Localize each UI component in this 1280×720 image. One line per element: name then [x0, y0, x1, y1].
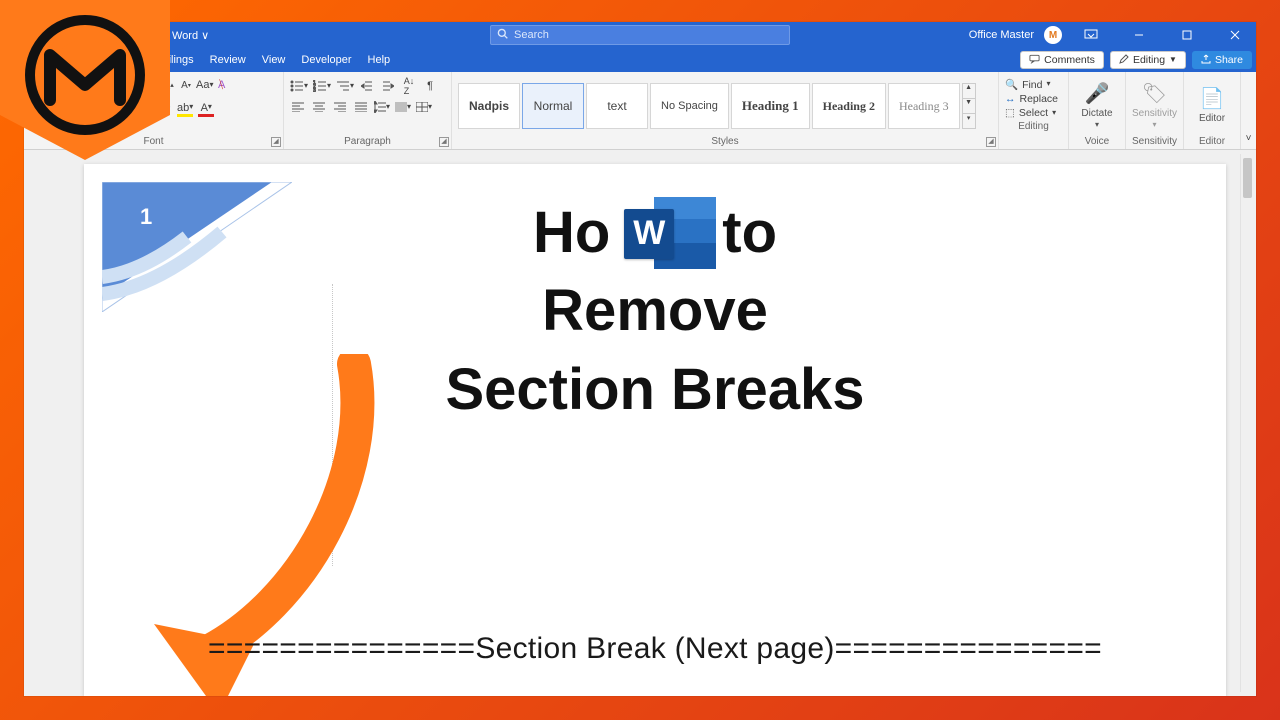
- headline-remove: Remove: [84, 272, 1226, 350]
- find-button[interactable]: 🔍Find▾: [1005, 78, 1062, 91]
- search-input[interactable]: Search: [490, 25, 790, 45]
- page-number: 1: [140, 204, 152, 230]
- share-button[interactable]: Share: [1192, 51, 1252, 69]
- headline: Ho W to Remove Section Breaks: [84, 194, 1226, 429]
- share-icon: [1201, 54, 1211, 67]
- numbering-button[interactable]: 123▾: [313, 78, 331, 94]
- section-break-marker: ===============Section Break (Next page)…: [114, 632, 1196, 666]
- align-left-button[interactable]: [290, 99, 306, 115]
- headline-ho: Ho: [533, 194, 610, 272]
- bullets-button[interactable]: ▾: [290, 78, 308, 94]
- clear-format-button[interactable]: A⧹: [215, 77, 231, 93]
- group-label-editor: Editor: [1190, 134, 1234, 149]
- group-label-styles: Styles: [458, 134, 992, 149]
- styles-gallery-scroll[interactable]: ▲ ▼ ▾: [962, 83, 976, 129]
- close-button[interactable]: [1216, 22, 1254, 48]
- document-page[interactable]: 1 Ho W to Remove Section Breaks: [84, 164, 1226, 696]
- word-logo-icon: W: [616, 197, 716, 269]
- comment-icon: [1029, 54, 1040, 67]
- tag-icon: 🏷: [1142, 81, 1167, 106]
- editing-label: Editing: [1133, 54, 1165, 66]
- group-label-sensitivity: Sensitivity: [1132, 134, 1177, 149]
- styles-dialog-launcher[interactable]: ◢: [986, 137, 996, 147]
- vertical-scrollbar[interactable]: [1240, 154, 1254, 692]
- align-center-button[interactable]: [311, 99, 327, 115]
- search-icon: 🔍: [1005, 78, 1018, 91]
- replace-button[interactable]: ↔Replace: [1005, 93, 1062, 105]
- maximize-button[interactable]: [1168, 22, 1206, 48]
- style-nospacing[interactable]: No Spacing: [650, 83, 729, 129]
- font-dialog-launcher[interactable]: ◢: [271, 137, 281, 147]
- titlebar: e Section Break in Microsoft Word ∨ Sear…: [24, 22, 1256, 48]
- style-normal[interactable]: Normal: [522, 83, 584, 129]
- group-label-voice: Voice: [1075, 134, 1119, 149]
- style-heading1[interactable]: Heading 1: [731, 83, 810, 129]
- search-placeholder: Search: [514, 29, 549, 41]
- style-heading3[interactable]: Heading 3: [888, 83, 960, 129]
- style-heading2[interactable]: Heading 2: [812, 83, 886, 129]
- user-label[interactable]: Office Master: [969, 29, 1034, 41]
- group-label-editing: Editing: [1005, 119, 1062, 134]
- search-icon: [497, 28, 508, 42]
- tab-developer[interactable]: Developer: [301, 54, 351, 66]
- replace-icon: ↔: [1005, 93, 1016, 105]
- sensitivity-button[interactable]: 🏷 Sensitivity ▾: [1132, 76, 1177, 134]
- ribbon-display-icon[interactable]: [1072, 22, 1110, 48]
- select-button[interactable]: ⬚Select▾: [1005, 107, 1062, 119]
- align-right-button[interactable]: [332, 99, 348, 115]
- paragraph-dialog-launcher[interactable]: ◢: [439, 137, 449, 147]
- group-voice: 🎤 Dictate ▾ Voice: [1069, 72, 1126, 149]
- ribbon: ri (Body)▼ 11▼ A▴ A▾ Aa▾ A⧹ B I U▾ ab x2: [24, 72, 1256, 150]
- comments-button[interactable]: Comments: [1020, 51, 1104, 69]
- change-case-button[interactable]: Aa▾: [196, 77, 213, 93]
- tab-help[interactable]: Help: [368, 54, 391, 66]
- word-window: e Section Break in Microsoft Word ∨ Sear…: [24, 22, 1256, 696]
- decrease-indent-button[interactable]: [359, 78, 375, 94]
- headline-to: to: [722, 194, 777, 272]
- tab-review[interactable]: Review: [210, 54, 246, 66]
- mic-icon: 🎤: [1085, 81, 1110, 106]
- shrink-font-button[interactable]: A▾: [178, 77, 194, 93]
- highlight-button[interactable]: ab▾: [177, 101, 193, 117]
- style-text[interactable]: text: [586, 83, 648, 129]
- channel-badge: [0, 0, 170, 160]
- group-label-paragraph: Paragraph: [290, 134, 445, 149]
- shading-button[interactable]: ▾: [395, 99, 411, 115]
- minimize-button[interactable]: [1120, 22, 1158, 48]
- group-editor: 📄 Editor Editor: [1184, 72, 1240, 149]
- borders-button[interactable]: ▾: [416, 99, 432, 115]
- increase-indent-button[interactable]: [380, 78, 396, 94]
- share-label: Share: [1215, 54, 1243, 66]
- tab-view[interactable]: View: [262, 54, 286, 66]
- sort-button[interactable]: A↓Z: [401, 78, 417, 94]
- editor-icon: 📄: [1200, 86, 1225, 111]
- group-styles: Nadpis Normal text No Spacing Heading 1 …: [452, 72, 999, 149]
- group-editing: 🔍Find▾ ↔Replace ⬚Select▾ Editing: [999, 72, 1069, 149]
- chevron-down-icon: ▼: [1169, 55, 1177, 64]
- user-avatar[interactable]: M: [1044, 26, 1062, 44]
- scrollbar-thumb[interactable]: [1243, 158, 1252, 198]
- justify-button[interactable]: [353, 99, 369, 115]
- editing-mode-button[interactable]: Editing ▼: [1110, 51, 1186, 69]
- editor-button[interactable]: 📄 Editor: [1190, 76, 1234, 134]
- cursor-icon: ⬚: [1005, 107, 1015, 119]
- ribbon-tabs: Layout References Mailings Review View D…: [24, 48, 1256, 72]
- svg-text:3: 3: [313, 88, 316, 92]
- style-nadpis[interactable]: Nadpis: [458, 83, 520, 129]
- dictate-button[interactable]: 🎤 Dictate ▾: [1075, 76, 1119, 134]
- line-spacing-button[interactable]: ▾: [374, 99, 390, 115]
- font-color-button[interactable]: A▾: [198, 101, 214, 117]
- group-paragraph: ▾ 123▾ ▾ A↓Z ¶ ▾ ▾ ▾ Par: [284, 72, 452, 149]
- group-sensitivity: 🏷 Sensitivity ▾ Sensitivity: [1126, 72, 1184, 149]
- document-area: 1 Ho W to Remove Section Breaks: [24, 150, 1256, 696]
- show-marks-button[interactable]: ¶: [422, 78, 438, 94]
- comments-label: Comments: [1044, 54, 1095, 66]
- headline-sectionbreaks: Section Breaks: [84, 351, 1226, 429]
- multilevel-button[interactable]: ▾: [336, 78, 354, 94]
- collapse-ribbon-button[interactable]: ˅: [1240, 72, 1256, 149]
- pencil-icon: [1119, 54, 1129, 67]
